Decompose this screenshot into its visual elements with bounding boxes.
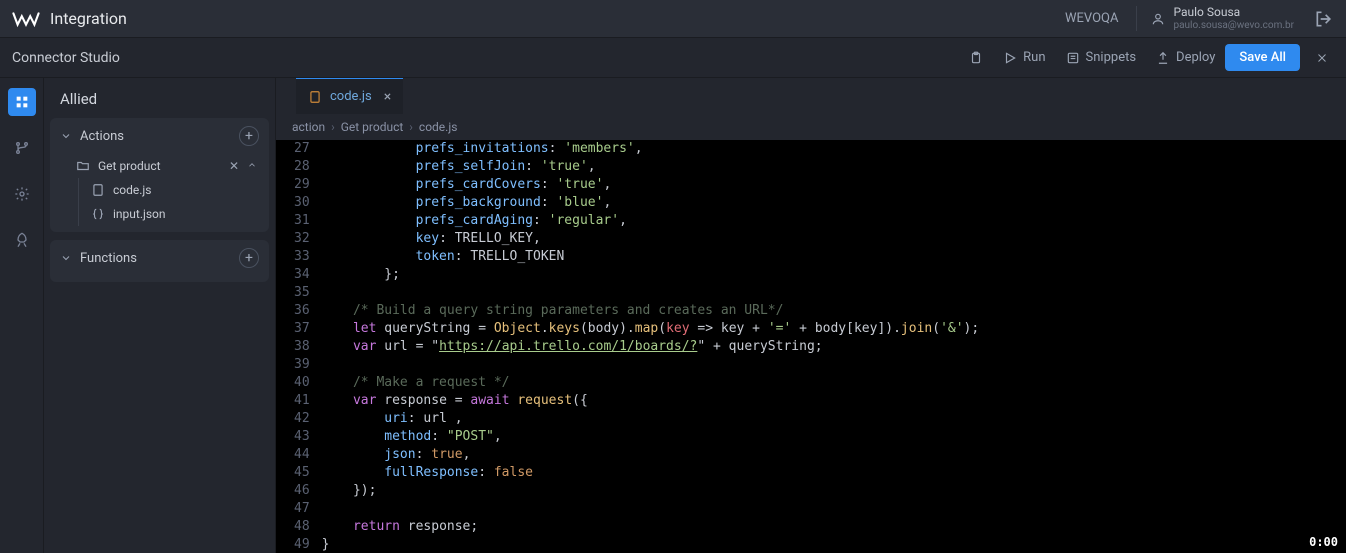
breadcrumb-item[interactable]: Get product: [341, 120, 404, 134]
user-name: Paulo Sousa: [1173, 6, 1294, 19]
breadcrumb-item[interactable]: action: [292, 120, 325, 134]
topbar: Integration WEVOQA Paulo Sousa paulo.sou…: [0, 0, 1346, 38]
rail-item-launch[interactable]: [8, 226, 36, 254]
tab-close-button[interactable]: ×: [384, 89, 391, 105]
breadcrumb: action › Get product › code.js: [276, 114, 1346, 140]
snippets-button[interactable]: Snippets: [1056, 44, 1147, 71]
file-input-label: input.json: [113, 207, 166, 221]
timestamp: 0:00: [1309, 535, 1338, 549]
folder-icon: [76, 159, 90, 173]
run-label: Run: [1023, 50, 1045, 65]
js-file-icon: [91, 183, 105, 197]
json-file-icon: [91, 207, 105, 221]
tabs-row: code.js ×: [276, 78, 1346, 114]
toolbar-title: Connector Studio: [12, 50, 120, 66]
tab-code-js[interactable]: code.js ×: [296, 78, 403, 114]
tenant-label: WEVOQA: [1065, 11, 1119, 26]
rail-item-home[interactable]: [8, 88, 36, 116]
rocket-icon: [14, 232, 30, 248]
action-item-label: Get product: [98, 159, 161, 173]
actions-title: Actions: [80, 129, 239, 144]
breadcrumb-item[interactable]: code.js: [419, 120, 457, 134]
deploy-button[interactable]: Deploy: [1146, 44, 1225, 71]
actions-panel-header[interactable]: Actions +: [50, 118, 269, 154]
close-button[interactable]: [1310, 46, 1334, 70]
project-name: Allied: [50, 78, 269, 118]
deploy-icon: [1156, 51, 1170, 65]
logout-icon[interactable]: [1314, 9, 1334, 29]
chevron-down-icon: [60, 252, 72, 264]
save-all-button[interactable]: Save All: [1225, 44, 1300, 71]
action-collapse-icon[interactable]: [247, 159, 259, 173]
snippets-label: Snippets: [1086, 50, 1137, 65]
js-file-icon: [308, 90, 322, 104]
sidebar: Allied Actions + Get product ✕: [44, 78, 276, 553]
grid-icon: [14, 94, 30, 110]
branch-icon: [14, 140, 30, 156]
deploy-label: Deploy: [1176, 50, 1215, 65]
add-action-button[interactable]: +: [239, 126, 259, 146]
file-input-json[interactable]: input.json: [91, 202, 269, 226]
rail-item-settings[interactable]: [8, 180, 36, 208]
chevron-down-icon: [60, 130, 72, 142]
line-gutter: 2728293031323334353637383940414243444546…: [276, 140, 322, 553]
logo-section: Integration: [12, 9, 127, 28]
toolbar: Connector Studio Run Snippets Deploy Sav…: [0, 38, 1346, 78]
code-editor[interactable]: 2728293031323334353637383940414243444546…: [276, 140, 1346, 553]
user-block[interactable]: Paulo Sousa paulo.sousa@wevo.com.br: [1136, 6, 1294, 30]
clipboard-icon: [969, 51, 983, 65]
functions-panel-header[interactable]: Functions +: [50, 240, 269, 276]
breadcrumb-sep: ›: [409, 120, 413, 134]
app-logo-icon: [12, 10, 40, 28]
snippets-icon: [1066, 51, 1080, 65]
add-function-button[interactable]: +: [239, 248, 259, 268]
tab-label: code.js: [330, 89, 372, 104]
user-email: paulo.sousa@wevo.com.br: [1173, 20, 1294, 31]
breadcrumb-sep: ›: [331, 120, 335, 134]
nav-rail: [0, 78, 44, 553]
save-all-label: Save All: [1239, 50, 1286, 65]
file-code-label: code.js: [113, 183, 151, 197]
editor-area: code.js × action › Get product › code.js…: [276, 78, 1346, 553]
chevron-up-icon: [247, 160, 257, 170]
gear-icon: [14, 186, 30, 202]
action-delete-icon[interactable]: ✕: [229, 159, 241, 173]
clipboard-button[interactable]: [959, 45, 993, 71]
run-button[interactable]: Run: [993, 44, 1055, 71]
functions-panel: Functions +: [50, 240, 269, 282]
actions-panel: Actions + Get product ✕ code.js: [50, 118, 269, 232]
functions-title: Functions: [80, 251, 239, 266]
user-icon: [1151, 12, 1165, 26]
close-icon: [1316, 52, 1328, 64]
file-code-js[interactable]: code.js: [91, 178, 269, 202]
rail-item-branches[interactable]: [8, 134, 36, 162]
play-icon: [1003, 51, 1017, 65]
code-lines[interactable]: prefs_invitations: 'members', prefs_self…: [322, 140, 1346, 553]
action-item[interactable]: Get product ✕: [50, 154, 269, 178]
app-title: Integration: [50, 9, 127, 28]
